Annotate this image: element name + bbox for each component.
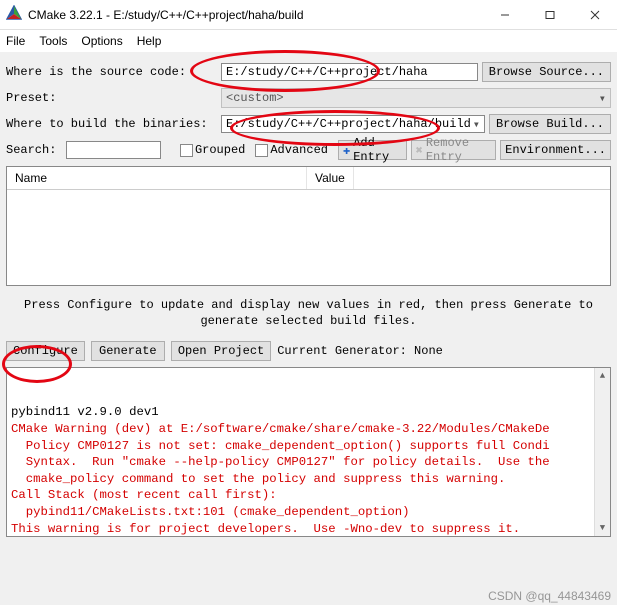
add-entry-button[interactable]: Add Entry xyxy=(338,140,407,160)
preset-select[interactable]: <custom> ▾ xyxy=(221,88,611,108)
menu-tools[interactable]: Tools xyxy=(39,34,67,48)
menu-bar: File Tools Options Help xyxy=(0,30,617,52)
column-name[interactable]: Name xyxy=(7,167,307,189)
chevron-down-icon: ▾ xyxy=(599,91,606,106)
source-label: Where is the source code: xyxy=(6,65,211,79)
output-log[interactable]: pybind11 v2.9.0 dev1 CMake Warning (dev)… xyxy=(6,367,611,537)
checkbox-icon xyxy=(255,144,268,157)
preset-value: <custom> xyxy=(226,91,284,105)
log-line: pybind11 v2.9.0 dev1 xyxy=(11,404,606,421)
log-line: Syntax. Run "cmake --help-policy CMP0127… xyxy=(11,454,606,471)
window-title: CMake 3.22.1 - E:/study/C++/C++project/h… xyxy=(28,8,304,22)
hint-text: Press Configure to update and display ne… xyxy=(6,290,611,341)
log-line: Policy CMP0127 is not set: cmake_depende… xyxy=(11,438,606,455)
log-line: This warning is for project developers. … xyxy=(11,521,606,538)
preset-label: Preset: xyxy=(6,91,211,105)
log-line: CMake Warning (dev) at E:/software/cmake… xyxy=(11,421,606,438)
checkbox-icon xyxy=(180,144,193,157)
browse-source-button[interactable]: Browse Source... xyxy=(482,62,611,82)
search-input[interactable] xyxy=(66,141,161,159)
column-value[interactable]: Value xyxy=(307,167,354,189)
search-label: Search: xyxy=(6,143,56,157)
watermark: CSDN @qq_44843469 xyxy=(488,589,611,603)
log-line: Call Stack (most recent call first): xyxy=(11,487,606,504)
binaries-value: E:/study/C++/C++project/haha/build xyxy=(226,117,473,131)
scroll-down-icon[interactable]: ▼ xyxy=(595,520,610,536)
browse-build-button[interactable]: Browse Build... xyxy=(489,114,611,134)
chevron-down-icon: ▾ xyxy=(473,117,480,132)
configure-button[interactable]: Configure xyxy=(6,341,85,361)
maximize-button[interactable] xyxy=(527,0,572,30)
advanced-checkbox[interactable]: Advanced xyxy=(255,143,328,157)
menu-file[interactable]: File xyxy=(6,34,25,48)
minimize-button[interactable] xyxy=(482,0,527,30)
log-line: cmake_policy command to set the policy a… xyxy=(11,471,606,488)
menu-options[interactable]: Options xyxy=(81,34,122,48)
generate-button[interactable]: Generate xyxy=(91,341,165,361)
close-button[interactable] xyxy=(572,0,617,30)
environment-button[interactable]: Environment... xyxy=(500,140,611,160)
plus-icon xyxy=(343,143,353,158)
scrollbar[interactable]: ▲ ▼ xyxy=(594,368,610,536)
cmake-icon xyxy=(6,5,22,24)
scroll-up-icon[interactable]: ▲ xyxy=(595,368,610,384)
open-project-button[interactable]: Open Project xyxy=(171,341,271,361)
log-line: pybind11/CMakeLists.txt:101 (cmake_depen… xyxy=(11,504,606,521)
main-panel: Where is the source code: Browse Source.… xyxy=(0,52,617,541)
grouped-checkbox[interactable]: Grouped xyxy=(180,143,245,157)
x-icon xyxy=(416,143,426,158)
source-input[interactable] xyxy=(221,63,478,81)
current-generator-label: Current Generator: None xyxy=(277,344,443,358)
remove-entry-button[interactable]: Remove Entry xyxy=(411,140,497,160)
title-bar: CMake 3.22.1 - E:/study/C++/C++project/h… xyxy=(0,0,617,30)
cache-table[interactable]: Name Value xyxy=(6,166,611,286)
menu-help[interactable]: Help xyxy=(137,34,162,48)
binaries-label: Where to build the binaries: xyxy=(6,117,211,131)
binaries-input[interactable]: E:/study/C++/C++project/haha/build ▾ xyxy=(221,115,485,133)
